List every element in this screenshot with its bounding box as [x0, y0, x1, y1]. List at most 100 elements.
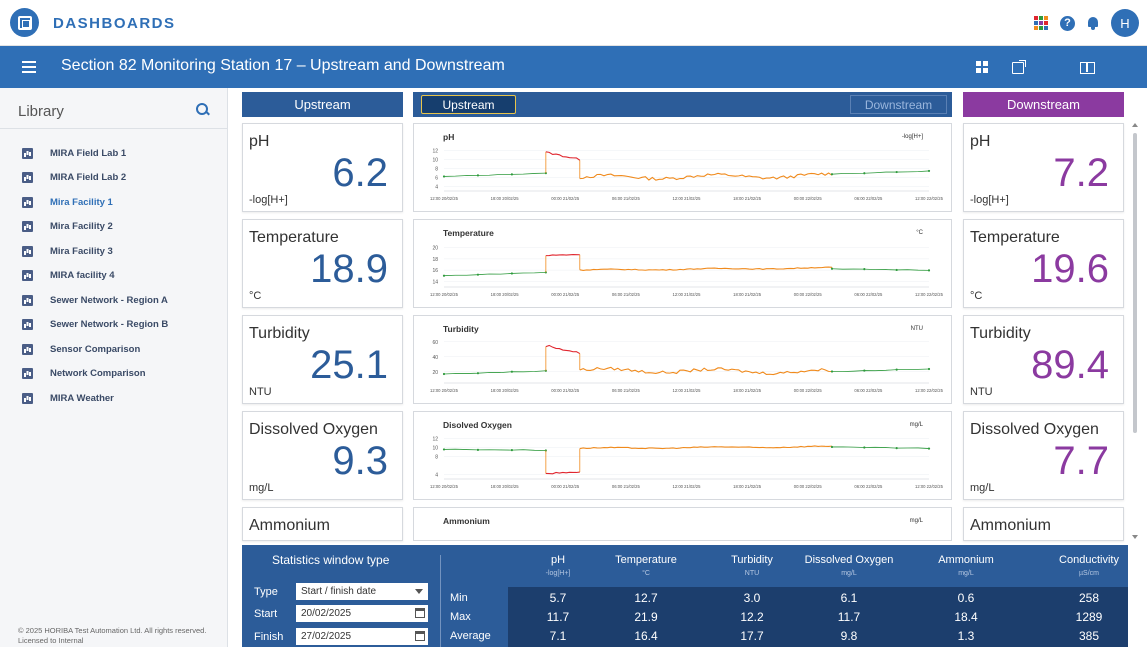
x-tick-label: 18:00 20/02/25 — [491, 484, 520, 489]
calendar-icon[interactable] — [415, 631, 425, 641]
series-line-normal — [831, 368, 930, 373]
statistics-window-title: Statistics window type — [272, 553, 390, 567]
library-item-mira-facility-1[interactable]: Mira Facility 1 — [22, 190, 168, 215]
stat-cell: 11.7 — [546, 610, 570, 624]
chart-ph[interactable]: 4 6 8 10 12 12:00 20/02/25 18:00 20/02/25 00:00… — [413, 123, 952, 212]
help-icon[interactable]: ? — [1060, 15, 1075, 31]
chart-ammonium[interactable]: Ammonium mg/L — [413, 507, 952, 541]
series-line-normal — [443, 172, 546, 177]
hamburger-menu-icon[interactable] — [22, 61, 36, 73]
downstream-dissolved-oxygen-card[interactable]: Dissolved Oxygen 7.7 mg/L — [963, 411, 1124, 500]
series-point — [476, 273, 480, 276]
downstream-header: Downstream — [963, 92, 1124, 117]
library-item-mira-facility-3[interactable]: Mira Facility 3 — [22, 239, 168, 264]
downstream-ammonium-card[interactable]: Ammonium — [963, 507, 1124, 541]
calendar-icon[interactable] — [415, 608, 425, 618]
type-select[interactable]: Start / finish date — [296, 583, 428, 600]
library-item-mira-facility-2[interactable]: Mira Facility 2 — [22, 215, 168, 240]
metric-value: 25.1 — [310, 343, 388, 387]
x-tick-label: 18:00 21/02/25 — [733, 196, 762, 201]
metric-unit: mg/L — [249, 482, 274, 494]
library-item-network-comparison[interactable]: Network Comparison — [22, 362, 168, 387]
stat-cell: 5.7 — [549, 591, 567, 605]
search-icon[interactable] — [196, 103, 210, 117]
chart-unit: mg/L — [909, 422, 923, 428]
library-item-sewer-network-region-a[interactable]: Sewer Network - Region A — [22, 288, 168, 313]
library-item-label: Mira Facility 2 — [50, 221, 113, 233]
upstream-ph-card[interactable]: pH 6.2 -log[H+] — [242, 123, 403, 212]
y-tick-label: 12 — [432, 437, 438, 443]
series-point — [927, 269, 931, 272]
chart-temperature[interactable]: 14 16 18 20 12:00 20/02/25 18:00 20/02/25 00:0… — [413, 219, 952, 308]
stat-column-unit: °C — [642, 570, 650, 577]
series-point — [442, 372, 446, 376]
stat-cell: 17.7 — [740, 629, 764, 643]
stat-cell: 12.7 — [634, 591, 658, 605]
notifications-bell-icon[interactable] — [1087, 16, 1099, 30]
library-item-mira-facility-4[interactable]: MIRA facility 4 — [22, 264, 168, 289]
library-item-mira-field-lab-1[interactable]: MIRA Field Lab 1 — [22, 141, 168, 166]
library-item-mira-weather[interactable]: MIRA Weather — [22, 386, 168, 411]
metric-label: pH — [249, 133, 270, 150]
series-point — [442, 274, 446, 277]
finish-date-field[interactable]: 27/02/2025 — [296, 628, 428, 645]
stat-column-header: Ammonium mg/L — [906, 554, 1026, 580]
layout-grid-icon[interactable] — [975, 59, 991, 75]
library-sidebar: Library MIRA Field Lab 1 MIRA Field Lab 2… — [0, 88, 228, 647]
metric-unit: NTU — [970, 386, 993, 398]
downstream-temperature-card[interactable]: Temperature 19.6 °C — [963, 219, 1124, 308]
start-date-field[interactable]: 20/02/2025 — [296, 605, 428, 622]
x-tick-label: 06:00 22/02/25 — [854, 388, 883, 393]
library-item-label: MIRA Weather — [50, 392, 114, 404]
user-avatar[interactable]: H — [1111, 9, 1139, 37]
downstream-turbidity-card[interactable]: Turbidity 89.4 NTU — [963, 315, 1124, 404]
downstream-ph-card[interactable]: pH 7.2 -log[H+] — [963, 123, 1124, 212]
series-line-high — [545, 151, 581, 161]
stat-cell: 9.8 — [840, 629, 858, 643]
series-line-normal — [443, 370, 546, 375]
upstream-ammonium-card[interactable]: Ammonium — [242, 507, 403, 541]
library-item-sensor-comparison[interactable]: Sensor Comparison — [22, 337, 168, 362]
library-divider — [0, 128, 227, 129]
statistics-panel: Statistics window type Type Start / fini… — [242, 545, 1128, 647]
chart-turbidity[interactable]: 20 40 60 12:00 20/02/25 18:00 20/02/25 00:00 … — [413, 315, 952, 404]
library-item-label: Sensor Comparison — [50, 343, 141, 355]
y-tick-label: 60 — [432, 340, 438, 346]
split-view-icon[interactable] — [1079, 59, 1095, 75]
stat-column-name: Temperature — [615, 554, 677, 566]
start-label: Start — [254, 607, 278, 620]
chart-icon — [22, 319, 33, 331]
upstream-toggle-button[interactable]: Upstream — [421, 95, 516, 114]
series-point — [895, 170, 898, 174]
metric-unit: °C — [249, 290, 262, 302]
library-list: MIRA Field Lab 1 MIRA Field Lab 2 Mira Fac… — [22, 141, 168, 411]
x-tick-label: 18:00 21/02/25 — [733, 292, 762, 297]
scroll-up-icon[interactable] — [1132, 123, 1138, 127]
stat-column-unit: mg/L — [958, 570, 974, 577]
scroll-down-icon[interactable] — [1132, 535, 1138, 539]
x-tick-label: 00:00 22/02/25 — [794, 196, 823, 201]
chart-unit: NTU — [910, 326, 923, 332]
downstream-toggle-button[interactable]: Downstream — [850, 95, 947, 114]
series-line-warning — [579, 172, 833, 181]
metric-value: 7.2 — [1053, 151, 1109, 195]
scrollbar-thumb[interactable] — [1133, 133, 1137, 433]
dashboards-logo-icon[interactable] — [10, 8, 39, 37]
apps-grid-icon[interactable] — [1034, 16, 1048, 30]
chart-svg — [414, 508, 951, 541]
metric-label: Dissolved Oxygen — [970, 421, 1099, 438]
library-item-sewer-network-region-b[interactable]: Sewer Network - Region B — [22, 313, 168, 338]
metric-value: 7.7 — [1053, 439, 1109, 483]
panel-scrollbar[interactable] — [1131, 123, 1139, 541]
chart-disolved-oxygen[interactable]: 4 8 10 12 12:00 20/02/25 18:00 20/02/25 00:00 … — [413, 411, 952, 500]
library-item-mira-field-lab-2[interactable]: MIRA Field Lab 2 — [22, 166, 168, 191]
upstream-dissolved-oxygen-card[interactable]: Dissolved Oxygen 9.3 mg/L — [242, 411, 403, 500]
open-external-icon[interactable] — [1011, 59, 1027, 75]
stat-column-unit: µS/cm — [1079, 570, 1099, 577]
upstream-temperature-card[interactable]: Temperature 18.9 °C — [242, 219, 403, 308]
series-point — [476, 372, 480, 375]
metric-label: Temperature — [970, 229, 1060, 246]
x-tick-label: 12:00 22/02/25 — [915, 388, 944, 393]
upstream-turbidity-card[interactable]: Turbidity 25.1 NTU — [242, 315, 403, 404]
metric-unit: -log[H+] — [970, 194, 1009, 206]
